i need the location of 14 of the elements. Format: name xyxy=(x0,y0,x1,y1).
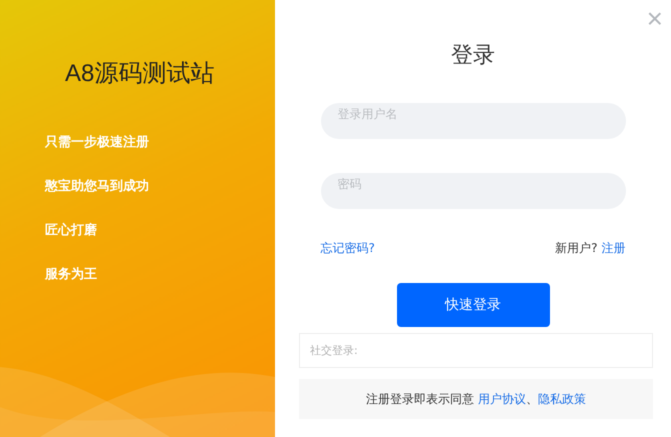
agreement-text: 注册登录即表示同意 用户协议、隐私政策 xyxy=(366,390,586,408)
user-agreement-link[interactable]: 用户协议 xyxy=(478,392,526,406)
feature-text: 匠心打磨 xyxy=(45,222,98,240)
register-link[interactable]: 注册 xyxy=(602,241,626,255)
login-button[interactable]: 快速登录 xyxy=(396,283,550,327)
forgot-password-link[interactable]: 忘记密码? xyxy=(320,240,375,256)
new-user-text: 新用户? xyxy=(555,241,598,255)
social-login-label: 社交登录: xyxy=(310,343,358,358)
login-title: 登录 xyxy=(451,42,495,70)
privacy-policy-link[interactable]: 隐私政策 xyxy=(538,392,586,406)
site-title: A8源码测试站 xyxy=(65,59,216,89)
feature-text: 服务为王 xyxy=(45,266,98,284)
feature-text: 憨宝助您马到成功 xyxy=(45,178,150,196)
feature-text: 只需一步极速注册 xyxy=(45,134,150,152)
